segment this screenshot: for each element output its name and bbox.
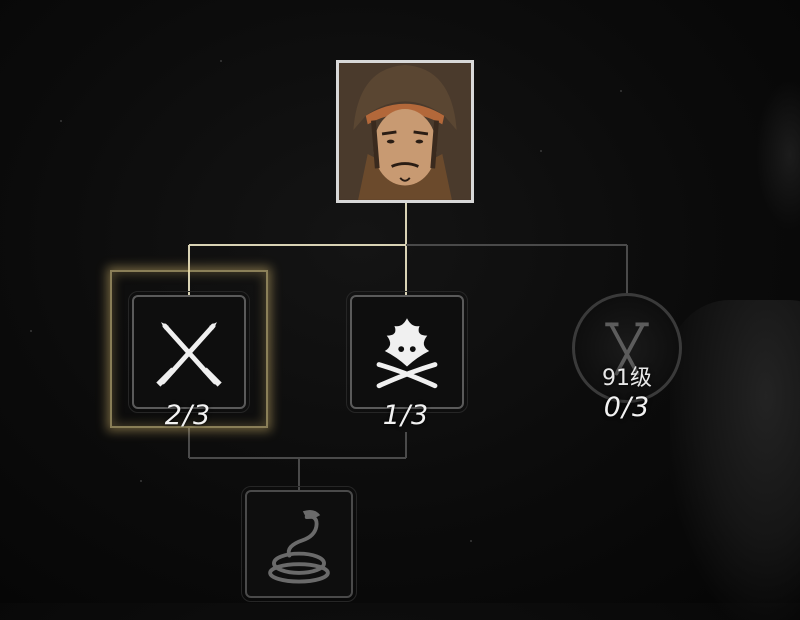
skill-locked-swords-count: 0/3: [603, 392, 651, 423]
skill-serpent-button[interactable]: [241, 486, 357, 602]
character-portrait[interactable]: [336, 60, 474, 203]
skill-flaming-swords-count: 1/3: [382, 400, 430, 431]
flame-crossed-swords-icon: [376, 318, 438, 389]
crossed-swords-icon: [156, 322, 222, 387]
skill-crossed-swords-button[interactable]: [128, 291, 250, 413]
serpent-icon: [268, 509, 330, 584]
samurai-portrait-icon: [339, 63, 471, 200]
skill-locked-swords-level-requirement: 91级: [602, 366, 652, 391]
skill-crossed-swords-count: 2/3: [164, 400, 212, 431]
skill-flaming-swords-button[interactable]: [346, 291, 468, 413]
